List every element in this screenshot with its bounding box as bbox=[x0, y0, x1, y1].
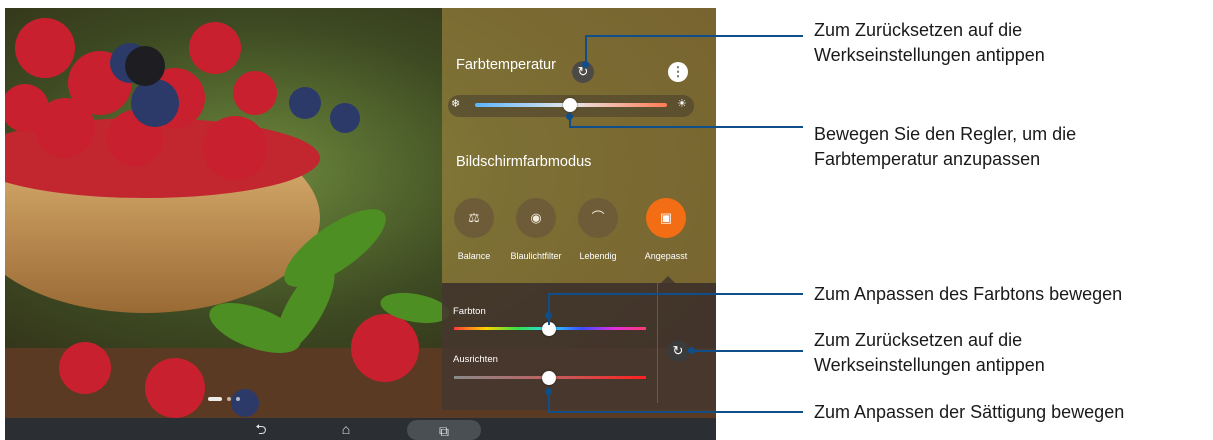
back-icon[interactable]: ⮌ bbox=[241, 418, 281, 440]
snowflake-icon: ❄ bbox=[451, 98, 461, 110]
saturation-label: Ausrichten bbox=[453, 354, 498, 365]
leader-hue-v bbox=[548, 293, 550, 325]
mode-balance-button[interactable]: ⚖ bbox=[454, 198, 494, 238]
sun-icon: ☀ bbox=[677, 98, 687, 110]
panel-divider bbox=[657, 283, 658, 403]
leader-slider-h bbox=[569, 126, 803, 128]
callout-hue: Zum Anpassen des Farbtons bewegen bbox=[814, 284, 1123, 304]
leader-reset-temp-h bbox=[585, 35, 803, 37]
callout-saturation: Zum Anpassen der Sättigung bewegen bbox=[814, 402, 1125, 422]
navigation-bar: ⮌ ⌂ ⧉ bbox=[5, 418, 716, 440]
color-temperature-title: Farbtemperatur bbox=[456, 57, 556, 73]
hue-label: Farbton bbox=[453, 306, 486, 317]
callout-reset-temperature: Zum Zurücksetzen auf die Werkseinstellun… bbox=[814, 20, 1045, 65]
leader-saturation-h bbox=[548, 411, 803, 413]
leader-hue-h bbox=[548, 293, 803, 295]
leader-reset-custom-h bbox=[691, 350, 803, 352]
recent-apps-button[interactable]: ⧉ bbox=[407, 420, 481, 440]
leader-dot bbox=[688, 347, 695, 354]
leader-dot bbox=[582, 61, 589, 68]
recent-apps-icon: ⧉ bbox=[439, 423, 449, 439]
callout-reset-custom: Zum Zurücksetzen auf die Werkseinstellun… bbox=[814, 330, 1045, 375]
reset-icon[interactable]: ↻ bbox=[667, 340, 689, 362]
display-mode-title: Bildschirmfarbmodus bbox=[456, 154, 592, 170]
mode-vivid-button[interactable]: ⌒ bbox=[578, 198, 618, 238]
mode-label-bluelight: Blaulichtfilter bbox=[510, 251, 562, 261]
leader-dot bbox=[545, 388, 552, 395]
more-vertical-icon[interactable]: ⋮ bbox=[668, 62, 688, 82]
mode-bluelight-button[interactable]: ◉ bbox=[516, 198, 556, 238]
color-temperature-knob[interactable] bbox=[563, 98, 577, 112]
callout-move-slider: Bewegen Sie den Regler, um die Farbtempe… bbox=[814, 124, 1077, 169]
selected-mode-caret bbox=[661, 276, 675, 283]
mode-label-vivid: Lebendig bbox=[579, 251, 617, 261]
saturation-knob[interactable] bbox=[542, 371, 556, 385]
color-settings-panel bbox=[442, 8, 716, 283]
mode-label-custom: Angepasst bbox=[644, 251, 688, 261]
leader-dot bbox=[566, 113, 573, 120]
mode-custom-button[interactable]: ▣ bbox=[646, 198, 686, 238]
mode-label-balance: Balance bbox=[457, 251, 491, 261]
home-icon[interactable]: ⌂ bbox=[326, 418, 366, 440]
leader-dot bbox=[545, 312, 552, 319]
